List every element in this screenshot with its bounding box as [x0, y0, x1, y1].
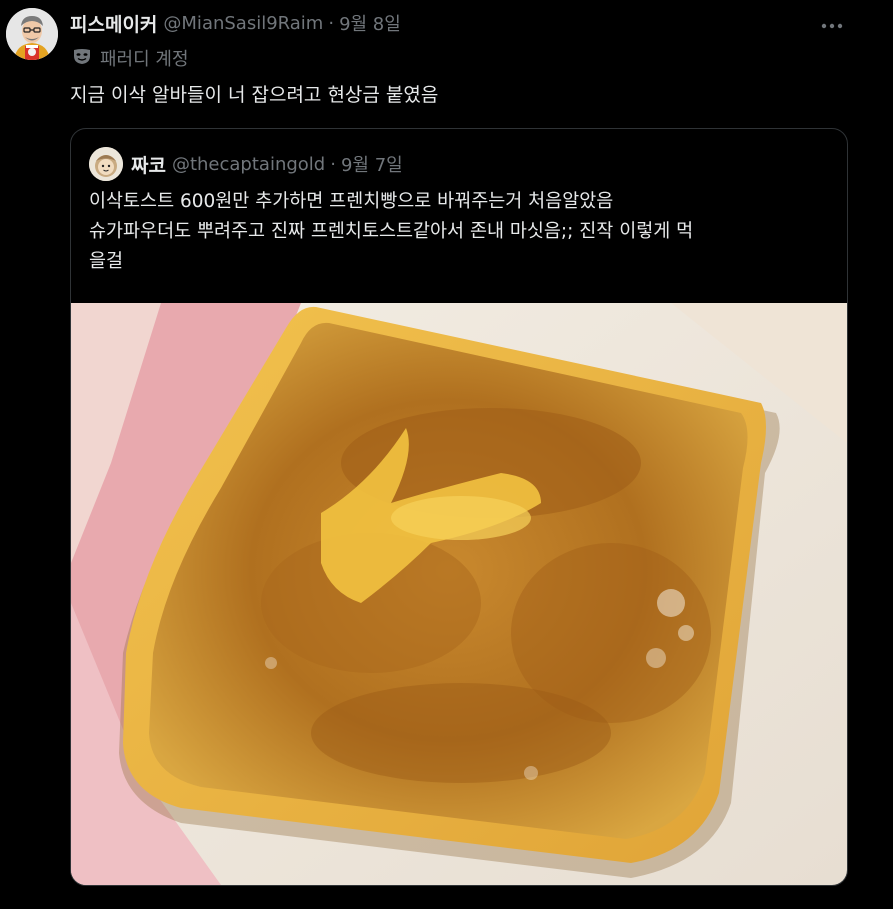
quoted-tweet[interactable]: 짜코 @thecaptaingold · 9월 7일 이삭토스트 600원만 추…	[70, 128, 848, 886]
quoted-author-handle[interactable]: @thecaptaingold	[172, 154, 325, 175]
tweet-date[interactable]: 9월 8일	[339, 10, 401, 36]
author-handle[interactable]: @MianSasil9Raim	[163, 13, 323, 34]
more-button[interactable]	[818, 12, 846, 34]
separator-dot: ·	[330, 153, 336, 175]
quoted-tweet-photo[interactable]	[71, 303, 847, 885]
more-horizontal-icon	[821, 14, 843, 33]
quoted-author-display-name[interactable]: 짜코	[131, 151, 166, 178]
quoted-text-line: 이삭토스트 600원만 추가하면 프렌치빵으로 바꿔주는거 처음알았음	[89, 191, 614, 212]
quoted-tweet-text: 이삭토스트 600원만 추가하면 프렌치빵으로 바꿔주는거 처음알았음 슈가파우…	[89, 187, 829, 277]
quoted-text-line: 슈가파우더도 뿌려주고 진짜 프렌치토스트같아서 존내 마싯음;; 진작 이렇게…	[89, 221, 694, 242]
quoted-tweet-header: 짜코 @thecaptaingold · 9월 7일	[89, 147, 403, 181]
author-display-name[interactable]: 피스메이커	[70, 10, 157, 37]
quoted-text-line: 을걸	[89, 251, 124, 272]
quoted-tweet-date[interactable]: 9월 7일	[341, 151, 403, 177]
tweet-header: 피스메이커 @MianSasil9Raim · 9월 8일	[70, 10, 401, 36]
tweet-action-bar	[70, 900, 846, 909]
mask-icon	[72, 46, 92, 70]
separator-dot: ·	[328, 12, 335, 34]
tweet-text: 지금 이삭 알바들이 너 잡으려고 현상금 붙였음	[70, 84, 439, 106]
parody-account-label: 패러디 계정	[72, 45, 189, 71]
parody-label-text: 패러디 계정	[100, 49, 189, 70]
tweet: 피스메이커 @MianSasil9Raim · 9월 8일 패러디 계정 지금 …	[0, 0, 893, 909]
author-avatar[interactable]	[6, 8, 58, 60]
quoted-author-avatar[interactable]	[89, 147, 123, 181]
